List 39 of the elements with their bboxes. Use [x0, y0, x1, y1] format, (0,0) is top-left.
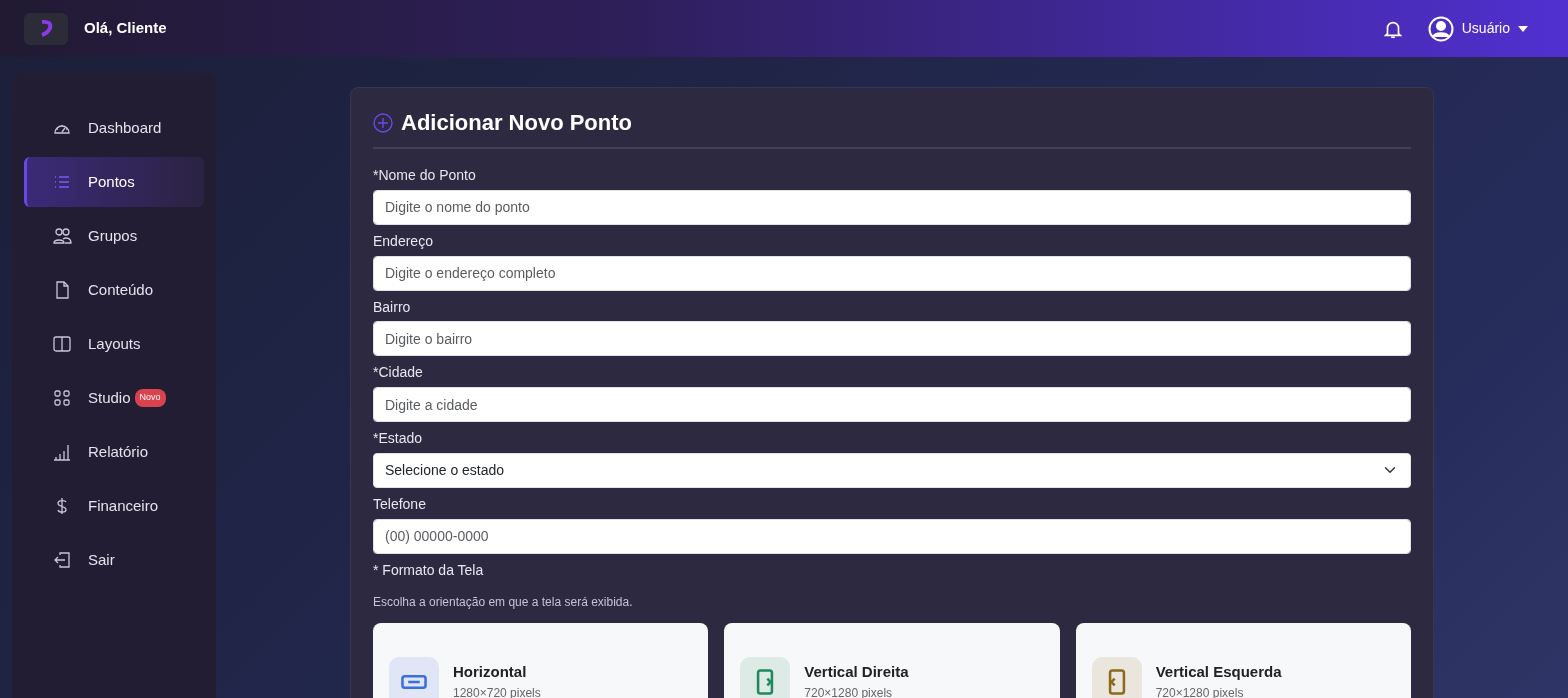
field-label: * Formato da Tela [373, 561, 485, 579]
plus-circle-icon [373, 112, 393, 133]
sidebar-item[interactable]: Layouts [24, 319, 204, 369]
form-title: Adicionar Novo Ponto [401, 109, 632, 137]
sidebar-item[interactable]: Grupos [24, 211, 204, 261]
input-field[interactable]: Digite o endereço completo [373, 255, 1411, 291]
sidebar-item[interactable]: Financeiro [24, 481, 204, 531]
app-logo [24, 12, 68, 45]
exit-icon [52, 550, 72, 570]
user-avatar-icon [1427, 15, 1454, 42]
option-title: Vertical Esquerda [1155, 662, 1282, 683]
field-label: *Estado [373, 430, 424, 447]
option-title: Vertical Direita [804, 662, 909, 683]
bar-chart-icon [52, 442, 72, 462]
field-label: Telefone [373, 496, 427, 513]
input-field[interactable]: Digite o bairro [373, 321, 1411, 357]
input-field[interactable]: (00) 00000-0000 [373, 518, 1411, 554]
grid-icon [52, 388, 72, 408]
greeting-text: Olá, Cliente [84, 18, 167, 39]
sidebar-item[interactable]: Sair [24, 535, 204, 585]
sidebar-item[interactable]: Studio Novo [24, 373, 204, 423]
sidebar-item[interactable]: Dashboard [24, 103, 204, 153]
caret-icon [1518, 24, 1528, 33]
sidebar-item[interactable]: Relatório [24, 427, 204, 477]
state-select[interactable]: Selecione o estado [373, 453, 1411, 488]
input-field[interactable]: Digite o nome do ponto [373, 189, 1411, 225]
field-label: *Nome do Ponto [373, 167, 477, 184]
sidebar-item[interactable]: Conteúdo [24, 265, 204, 315]
hint-text: Escolha a orientação em que a tela será exibida. [373, 593, 634, 611]
input-field[interactable]: Digite a cidade [373, 387, 1411, 423]
new-badge: Novo [134, 389, 166, 407]
field-label: Endereço [373, 232, 434, 250]
field-label: *Cidade [373, 364, 424, 382]
user-menu[interactable]: Usuário [1427, 15, 1528, 42]
option-title: Horizontal [453, 662, 528, 683]
field-label: Bairro [373, 298, 412, 316]
people-icon [52, 226, 72, 246]
sidebar-item[interactable]: Pontos [24, 157, 204, 207]
columns-icon [52, 334, 72, 354]
